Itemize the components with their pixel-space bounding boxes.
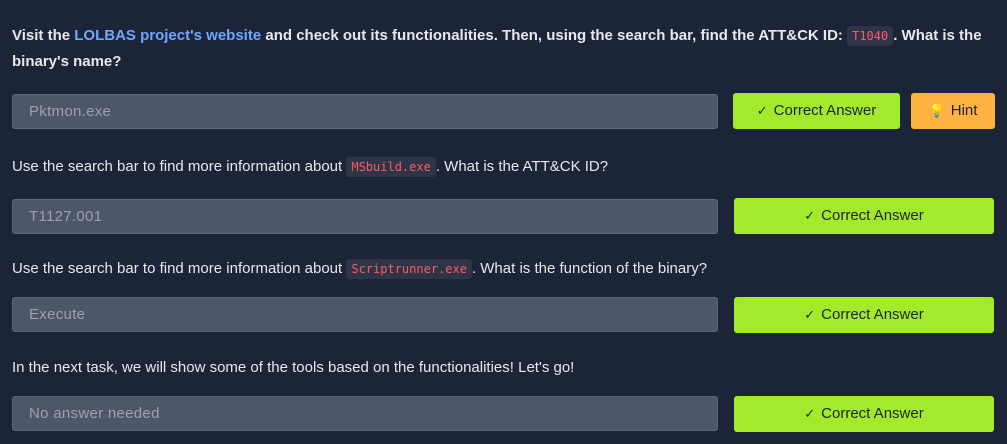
- question-2-suffix: . What is the ATT&CK ID?: [435, 158, 609, 175]
- check-icon: ✓: [804, 406, 816, 421]
- hint-label: Hint: [950, 102, 978, 119]
- check-icon: ✓: [756, 103, 768, 118]
- lightbulb-icon: 💡: [928, 103, 945, 118]
- check-icon: ✓: [804, 307, 816, 322]
- correct-answer-label-3: Correct Answer: [821, 306, 924, 323]
- msbuild-code: MSbuild.exe: [346, 157, 436, 177]
- correct-answer-button-1[interactable]: ✓ Correct Answer: [733, 93, 900, 129]
- question-3-text: Use the search bar to find more informat…: [12, 256, 992, 282]
- correct-answer-label-2: Correct Answer: [821, 207, 924, 224]
- correct-answer-button-3[interactable]: ✓ Correct Answer: [734, 297, 994, 333]
- scriptrunner-code: Scriptrunner.exe: [346, 259, 472, 279]
- answer-field-3[interactable]: Execute: [12, 297, 718, 332]
- correct-answer-button-2[interactable]: ✓ Correct Answer: [734, 198, 994, 234]
- question-1-middle: and check out its functionalities. Then,…: [261, 27, 848, 44]
- answer-field-4[interactable]: No answer needed: [12, 396, 718, 431]
- question-4-text: In the next task, we will show some of t…: [12, 359, 575, 376]
- answer-field-2[interactable]: T1127.001: [12, 199, 718, 234]
- question-3-suffix: . What is the function of the binary?: [471, 260, 708, 277]
- attck-id-code: T1040: [847, 26, 894, 46]
- question-2-prefix: Use the search bar to find more informat…: [12, 158, 347, 175]
- lolbas-website-link[interactable]: LOLBAS project's website: [74, 27, 261, 44]
- answer-field-1[interactable]: Pktmon.exe: [12, 94, 718, 129]
- hint-button[interactable]: 💡 Hint: [911, 93, 995, 129]
- correct-answer-button-4[interactable]: ✓ Correct Answer: [734, 396, 994, 432]
- question-1-text: Visit the LOLBAS project's website and c…: [12, 23, 992, 75]
- question-2-text: Use the search bar to find more informat…: [12, 154, 992, 180]
- question-1-prefix: Visit the: [12, 27, 75, 44]
- correct-answer-label-4: Correct Answer: [821, 405, 924, 422]
- question-3-prefix: Use the search bar to find more informat…: [12, 260, 347, 277]
- check-icon: ✓: [804, 208, 816, 223]
- correct-answer-label-1: Correct Answer: [773, 102, 877, 119]
